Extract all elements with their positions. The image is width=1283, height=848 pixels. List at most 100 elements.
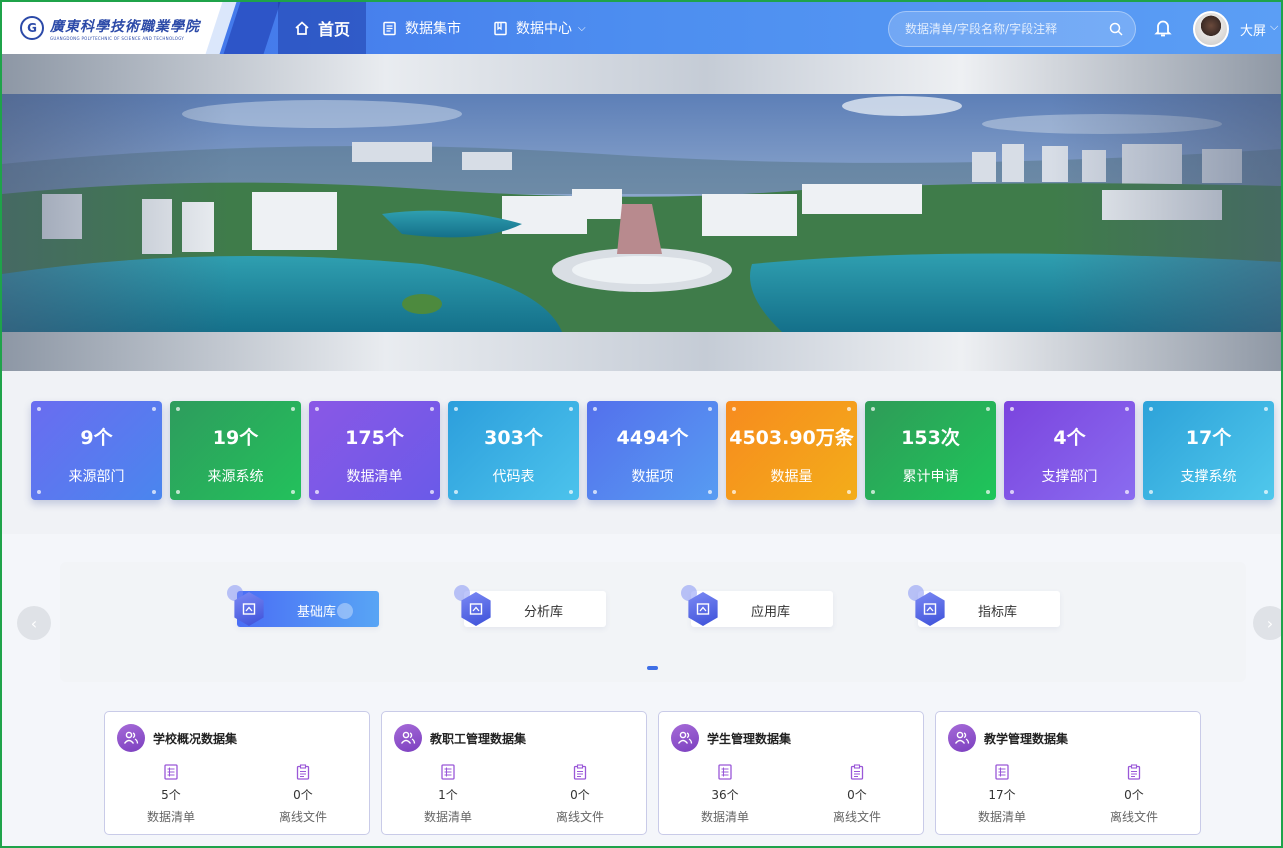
offline-file-stat[interactable]: 0个 离线文件 (540, 764, 620, 825)
offline-file-stat[interactable]: 0个 离线文件 (1094, 764, 1174, 825)
stat-label: 支撑系统 (1180, 469, 1237, 485)
document-icon (383, 21, 396, 35)
data-list-stat[interactable]: 17个 数据清单 (962, 764, 1042, 825)
stat-value: 4个 (1053, 427, 1086, 449)
offline-file-count: 0个 (847, 788, 867, 802)
data-list-caption: 数据清单 (146, 810, 195, 824)
main-nav: 首页 数据集市 数据中心 ⌵ (278, 2, 602, 54)
data-list-caption: 数据清单 (700, 810, 749, 824)
stat-card-data-volume[interactable]: 4503.90万条 数据量 (726, 401, 857, 500)
stat-card-source-systems[interactable]: 19个 来源系统 (170, 401, 301, 500)
data-list-stat[interactable]: 1个 数据清单 (408, 764, 488, 825)
offline-file-caption: 离线文件 (278, 810, 327, 824)
tab-label: 指标库 (978, 605, 1018, 620)
stat-label: 数据项 (631, 469, 674, 485)
logo-subtitle: GUANGDONG POLYTECHNIC OF SCIENCE AND TEC… (50, 35, 185, 41)
clipboard-icon (296, 764, 310, 780)
carousel-next-button[interactable]: › (1253, 606, 1283, 640)
stat-value: 17个 (1185, 427, 1232, 449)
stat-card-data-items[interactable]: 4494个 数据项 (587, 401, 718, 500)
stat-value: 153次 (901, 427, 960, 449)
users-icon (948, 724, 976, 752)
tab-label: 基础库 (297, 605, 337, 620)
stat-value: 4494个 (616, 427, 689, 449)
school-logo[interactable]: G 廣東科學技術職業學院 GUANGDONG POLYTECHNIC OF SC… (2, 2, 228, 54)
campus-banner (2, 54, 1281, 371)
nav-home-label: 首页 (318, 20, 351, 39)
nav-home[interactable]: 首页 (278, 2, 367, 54)
list-icon (995, 764, 1009, 780)
nav-data-center-label: 数据中心 (516, 21, 573, 37)
stat-value: 19个 (212, 427, 259, 449)
stat-value: 303个 (484, 427, 543, 449)
chevron-down-icon[interactable]: ⌵ (1270, 20, 1278, 34)
clipboard-icon (1127, 764, 1141, 780)
stat-label: 支撑部门 (1041, 469, 1098, 485)
username[interactable]: 大屏 (1240, 20, 1266, 39)
stat-label: 来源系统 (207, 469, 264, 485)
stat-card-support-departments[interactable]: 4个 支撑部门 (1004, 401, 1135, 500)
offline-file-stat[interactable]: 0个 离线文件 (817, 764, 897, 825)
tab-label: 分析库 (524, 605, 564, 620)
data-list-count: 5个 (161, 788, 181, 802)
tab-basic-library[interactable]: 基础库 (227, 585, 379, 627)
offline-file-stat[interactable]: 0个 离线文件 (263, 764, 343, 825)
home-icon (295, 21, 309, 35)
carousel-prev-button[interactable]: ‹ (17, 606, 51, 640)
search-input[interactable] (905, 22, 1109, 36)
stat-value: 175个 (345, 427, 404, 449)
campus-aerial-photo (2, 94, 1281, 332)
data-list-stat[interactable]: 5个 数据清单 (131, 764, 211, 825)
stat-card-code-tables[interactable]: 303个 代码表 (448, 401, 579, 500)
search-icon[interactable] (1109, 22, 1123, 36)
list-icon (718, 764, 732, 780)
avatar[interactable] (1193, 11, 1229, 47)
chevron-right-icon: › (1266, 613, 1274, 633)
offline-file-caption: 离线文件 (1109, 810, 1158, 824)
list-icon (164, 764, 178, 780)
stat-label: 数据清单 (346, 469, 403, 485)
logo-title: 廣東科學技術職業學院 (50, 18, 200, 35)
nav-data-market-label: 数据集市 (405, 21, 462, 37)
stat-card-source-departments[interactable]: 9个 来源部门 (31, 401, 162, 500)
chevron-down-icon: ⌵ (578, 22, 586, 34)
data-list-count: 1个 (438, 788, 458, 802)
dataset-card-school-overview[interactable]: 学校概况数据集 5个 数据清单 0个 离线文件 (104, 711, 370, 835)
nav-data-market[interactable]: 数据集市 (366, 2, 477, 54)
stat-card-total-requests[interactable]: 153次 累计申请 (865, 401, 996, 500)
top-navbar: G 廣東科學技術職業學院 GUANGDONG POLYTECHNIC OF SC… (2, 2, 1281, 54)
dataset-title: 教学管理数据集 (984, 732, 1069, 746)
users-icon (671, 724, 699, 752)
dataset-card-staff-management[interactable]: 教职工管理数据集 1个 数据清单 0个 离线文件 (381, 711, 647, 835)
stat-label: 数据量 (770, 469, 813, 485)
bell-icon[interactable] (1154, 18, 1172, 38)
carousel-page-indicator[interactable] (647, 666, 658, 670)
data-list-stat[interactable]: 36个 数据清单 (685, 764, 765, 825)
dataset-card-student-management[interactable]: 学生管理数据集 36个 数据清单 0个 离线文件 (658, 711, 924, 835)
tab-indicator-library[interactable]: 指标库 (908, 585, 1060, 627)
data-list-count: 17个 (988, 788, 1016, 802)
offline-file-count: 0个 (293, 788, 313, 802)
offline-file-count: 0个 (570, 788, 590, 802)
stat-label: 累计申请 (902, 469, 959, 485)
data-list-caption: 数据清单 (977, 810, 1026, 824)
offline-file-caption: 离线文件 (832, 810, 881, 824)
stat-value: 4503.90万条 (729, 427, 854, 449)
book-icon (494, 21, 507, 35)
stat-card-support-systems[interactable]: 17个 支撑系统 (1143, 401, 1274, 500)
offline-file-caption: 离线文件 (555, 810, 604, 824)
stat-value: 9个 (80, 427, 113, 449)
tab-analysis-library[interactable]: 分析库 (454, 585, 606, 627)
stat-label: 来源部门 (68, 469, 125, 485)
list-icon (441, 764, 455, 780)
dataset-card-teaching-management[interactable]: 教学管理数据集 17个 数据清单 0个 离线文件 (935, 711, 1201, 835)
tab-application-library[interactable]: 应用库 (681, 585, 833, 627)
tab-label: 应用库 (751, 605, 791, 620)
chevron-left-icon: ‹ (30, 613, 38, 633)
stat-card-data-lists[interactable]: 175个 数据清单 (309, 401, 440, 500)
users-icon (394, 724, 422, 752)
school-emblem-icon: G (20, 16, 44, 40)
clipboard-icon (850, 764, 864, 780)
nav-data-center[interactable]: 数据中心 ⌵ (477, 2, 602, 54)
offline-file-count: 0个 (1124, 788, 1144, 802)
